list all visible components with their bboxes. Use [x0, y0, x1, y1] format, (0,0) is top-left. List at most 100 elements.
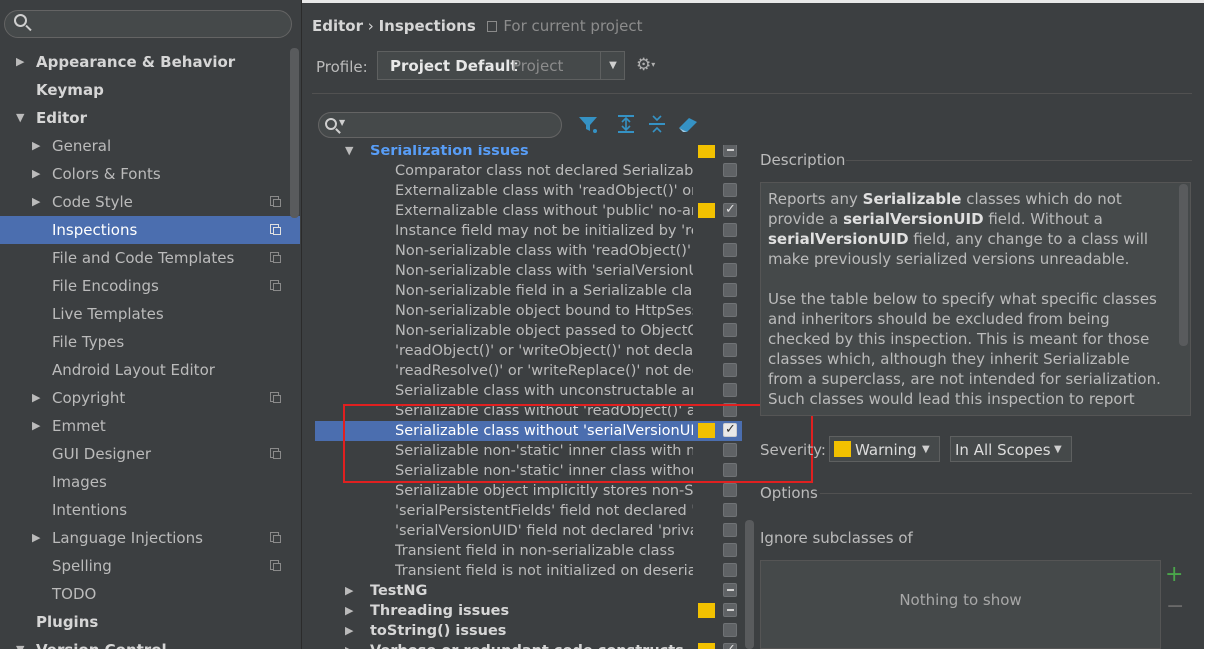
collapse-all-icon[interactable] [647, 114, 667, 136]
gear-icon[interactable]: ⚙▾ [636, 54, 655, 76]
expanded-arrow-icon[interactable]: ▼ [16, 104, 24, 132]
sidebar-item-file-types[interactable]: File Types [0, 328, 300, 356]
inspection-checkbox[interactable] [723, 563, 737, 577]
collapsed-arrow-icon[interactable]: ▶ [345, 621, 353, 641]
inspection-row[interactable]: Serializable object implicitly stores no… [315, 481, 742, 501]
collapsed-arrow-icon[interactable]: ▶ [32, 524, 40, 552]
settings-search-input[interactable] [4, 10, 292, 38]
description-scrollbar[interactable] [1179, 184, 1188, 346]
group-checkbox[interactable] [723, 583, 737, 597]
collapsed-arrow-icon[interactable]: ▶ [32, 412, 40, 440]
sidebar-item-android-layout-editor[interactable]: Android Layout Editor [0, 356, 300, 384]
sidebar-item-appearance-behavior[interactable]: ▶ Appearance & Behavior [0, 48, 300, 76]
sidebar-item-copyright[interactable]: ▶ Copyright [0, 384, 300, 412]
inspection-row[interactable]: 'serialVersionUID' field not declared 'p… [315, 521, 742, 541]
inspection-checkbox[interactable] [723, 263, 737, 277]
sidebar-item-spelling[interactable]: Spelling [0, 552, 300, 580]
add-icon[interactable]: + [1165, 564, 1183, 586]
group-checkbox[interactable] [723, 603, 737, 617]
inspection-checkbox[interactable] [723, 363, 737, 377]
sidebar-item-general[interactable]: ▶ General [0, 132, 300, 160]
sidebar-item-label: Editor [36, 109, 87, 127]
collapsed-arrow-icon[interactable]: ▶ [345, 641, 353, 649]
collapsed-arrow-icon[interactable]: ▶ [345, 581, 353, 601]
inspection-row[interactable]: Transient field in non-serializable clas… [315, 541, 742, 561]
inspection-group[interactable]: ▶ toString() issues [315, 621, 742, 641]
sidebar-item-label: Live Templates [52, 305, 164, 323]
inspection-row[interactable]: Non-serializable field in a Serializable… [315, 281, 742, 301]
inspection-row[interactable]: Externalizable class with 'readObject()'… [315, 181, 742, 201]
inspection-row[interactable]: Externalizable class without 'public' no… [315, 200, 742, 221]
sidebar-item-plugins[interactable]: Plugins [0, 608, 300, 636]
inspection-checkbox[interactable] [723, 183, 737, 197]
inspection-label: Non-serializable object passed to Object… [395, 323, 693, 339]
inspection-checkbox[interactable] [723, 383, 737, 397]
sidebar-item-todo[interactable]: TODO [0, 580, 300, 608]
inspection-checkbox[interactable] [723, 343, 737, 357]
sidebar-scrollbar[interactable] [290, 48, 299, 218]
inspection-label: 'serialPersistentFields' field not decla… [395, 503, 693, 519]
sidebar-item-version-control[interactable]: ▼ Version Control [0, 636, 300, 649]
sidebar-item-gui-designer[interactable]: GUI Designer [0, 440, 300, 468]
inspection-group[interactable]: ▶ TestNG [315, 581, 742, 601]
inspection-row[interactable]: Non-serializable class with 'serialVersi… [315, 261, 742, 281]
inspection-row[interactable]: 'readResolve()' or 'writeReplace()' not … [315, 361, 742, 381]
inspection-checkbox[interactable] [723, 200, 737, 220]
group-checkbox[interactable] [723, 145, 737, 157]
inspection-group[interactable]: ▶ Threading issues [315, 601, 742, 621]
inspection-group[interactable]: ▶ Verbose or redundant code constructs [315, 640, 742, 649]
expanded-arrow-icon[interactable]: ▼ [16, 636, 24, 649]
inspection-row[interactable]: Instance field may not be initialized by… [315, 221, 742, 241]
inspection-search-input[interactable] [318, 112, 562, 138]
sidebar-item-inspections[interactable]: Inspections [0, 216, 300, 244]
remove-icon[interactable]: − [1166, 596, 1184, 618]
sidebar-item-code-style[interactable]: ▶ Code Style [0, 188, 300, 216]
inspection-row[interactable]: Non-serializable object passed to Object… [315, 321, 742, 341]
inspection-checkbox[interactable] [723, 523, 737, 537]
expanded-arrow-icon[interactable]: ▼ [345, 145, 353, 161]
search-history-icon[interactable]: ▼ [339, 118, 345, 127]
sidebar-item-keymap[interactable]: Keymap [0, 76, 300, 104]
sidebar-item-intentions[interactable]: Intentions [0, 496, 300, 524]
inspection-checkbox[interactable] [723, 483, 737, 497]
severity-value: Warning [855, 441, 917, 459]
inspection-row[interactable]: Non-serializable class with 'readObject(… [315, 241, 742, 261]
inspection-row[interactable]: Non-serializable object bound to HttpSes… [315, 301, 742, 321]
eraser-icon[interactable] [677, 114, 699, 136]
collapsed-arrow-icon[interactable]: ▶ [345, 601, 353, 621]
inspection-scrollbar[interactable] [745, 520, 754, 649]
sidebar-item-colors-fonts[interactable]: ▶ Colors & Fonts [0, 160, 300, 188]
inspection-row[interactable]: 'serialPersistentFields' field not decla… [315, 501, 742, 521]
inspection-checkbox[interactable] [723, 503, 737, 517]
chevron-down-icon[interactable]: ▼ [600, 51, 625, 80]
inspection-row[interactable]: Serializable class with unconstructable … [315, 381, 742, 401]
expand-all-icon[interactable] [616, 114, 636, 136]
group-checkbox[interactable] [723, 623, 737, 637]
inspection-checkbox[interactable] [723, 223, 737, 237]
sidebar-item-editor[interactable]: ▼ Editor [0, 104, 300, 132]
inspection-checkbox[interactable] [723, 543, 737, 557]
sidebar-item-images[interactable]: Images [0, 468, 300, 496]
inspection-checkbox[interactable] [723, 303, 737, 317]
collapsed-arrow-icon[interactable]: ▶ [32, 160, 40, 188]
collapsed-arrow-icon[interactable]: ▶ [32, 132, 40, 160]
collapsed-arrow-icon[interactable]: ▶ [32, 188, 40, 216]
sidebar-item-file-and-code-templates[interactable]: File and Code Templates [0, 244, 300, 272]
inspection-checkbox[interactable] [723, 323, 737, 337]
inspection-row[interactable]: Comparator class not declared Serializab… [315, 161, 742, 181]
filter-icon[interactable] [578, 114, 598, 136]
collapsed-arrow-icon[interactable]: ▶ [16, 48, 24, 76]
sidebar-item-language-injections[interactable]: ▶ Language Injections [0, 524, 300, 552]
sidebar-item-emmet[interactable]: ▶ Emmet [0, 412, 300, 440]
inspection-group-serialization[interactable]: ▼ Serialization issues [315, 145, 742, 161]
inspection-checkbox[interactable] [723, 163, 737, 177]
inspection-checkbox[interactable] [723, 283, 737, 297]
inspection-checkbox[interactable] [723, 243, 737, 257]
inspection-row[interactable]: 'readObject()' or 'writeObject()' not de… [315, 341, 742, 361]
project-scope-icon [270, 224, 281, 235]
inspection-row[interactable]: Transient field is not initialized on de… [315, 561, 742, 581]
group-checkbox[interactable] [723, 640, 737, 649]
sidebar-item-file-encodings[interactable]: File Encodings [0, 272, 300, 300]
sidebar-item-live-templates[interactable]: Live Templates [0, 300, 300, 328]
collapsed-arrow-icon[interactable]: ▶ [32, 384, 40, 412]
